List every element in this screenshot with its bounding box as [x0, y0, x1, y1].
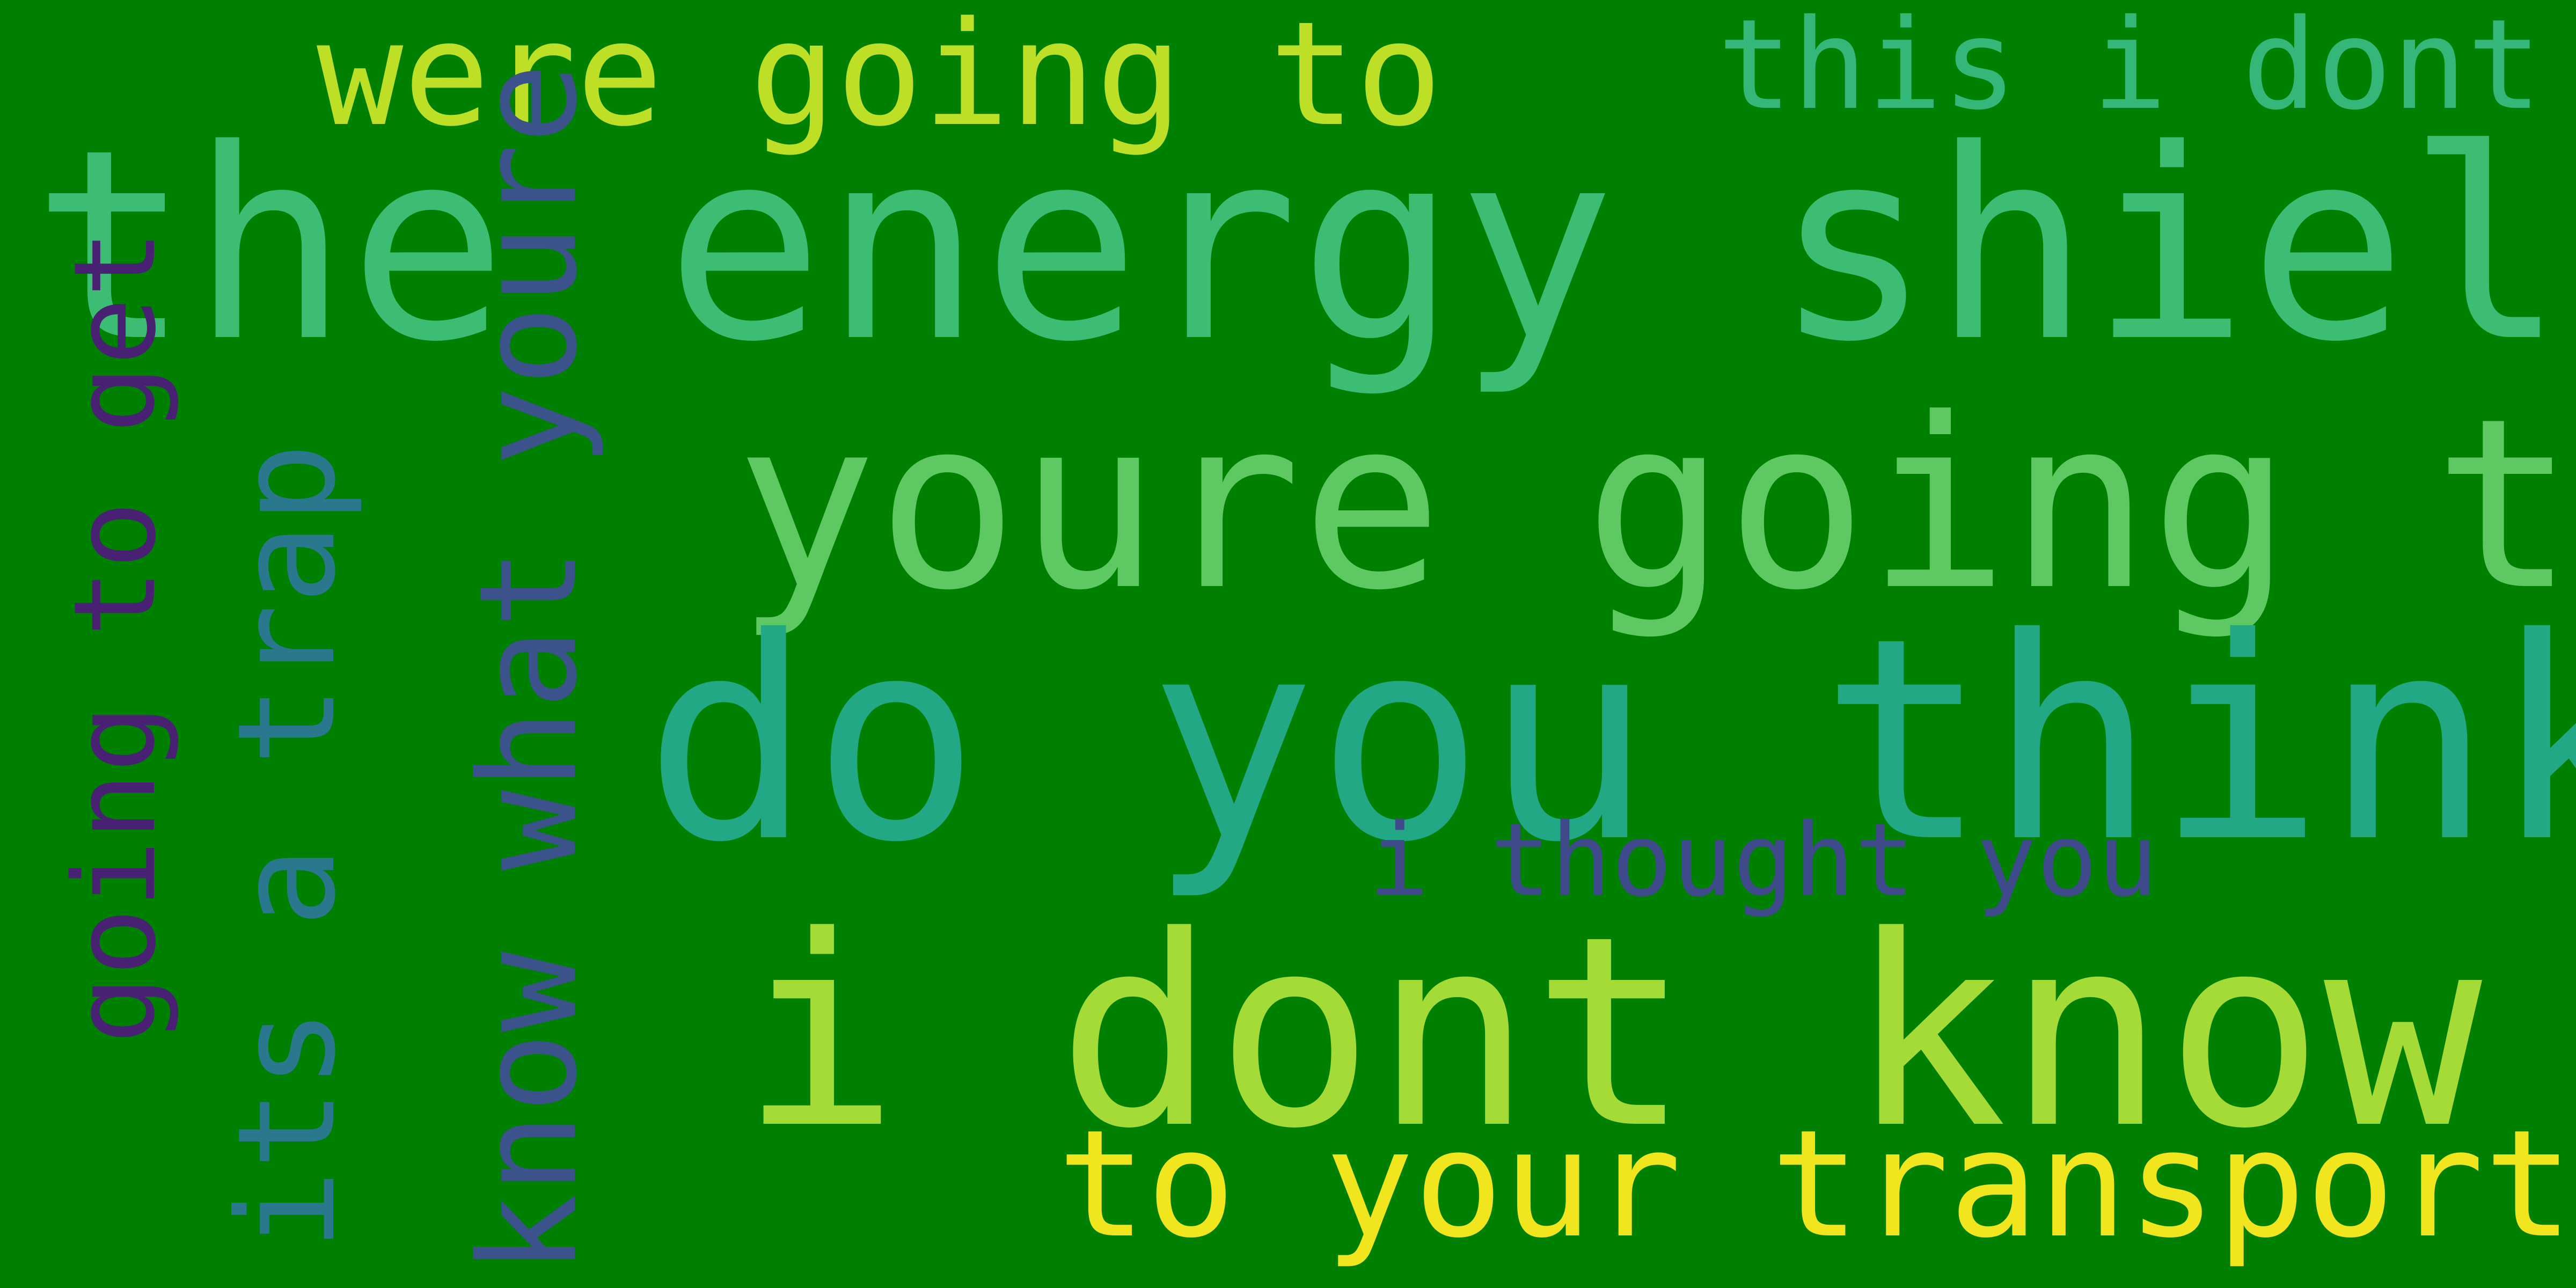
phrase-to-your-transports: to your transports [1057, 1099, 2576, 1271]
phrase-know-what-youre: know what youre [450, 63, 606, 1275]
phrase-its-a-trap: its a trap [209, 442, 365, 1250]
word-cloud: were going to this i dont the energy shi… [0, 0, 2576, 1288]
phrase-the-energy-shield: the energy shield [32, 93, 2576, 399]
phrase-going-to-get: going to get [49, 229, 181, 1044]
